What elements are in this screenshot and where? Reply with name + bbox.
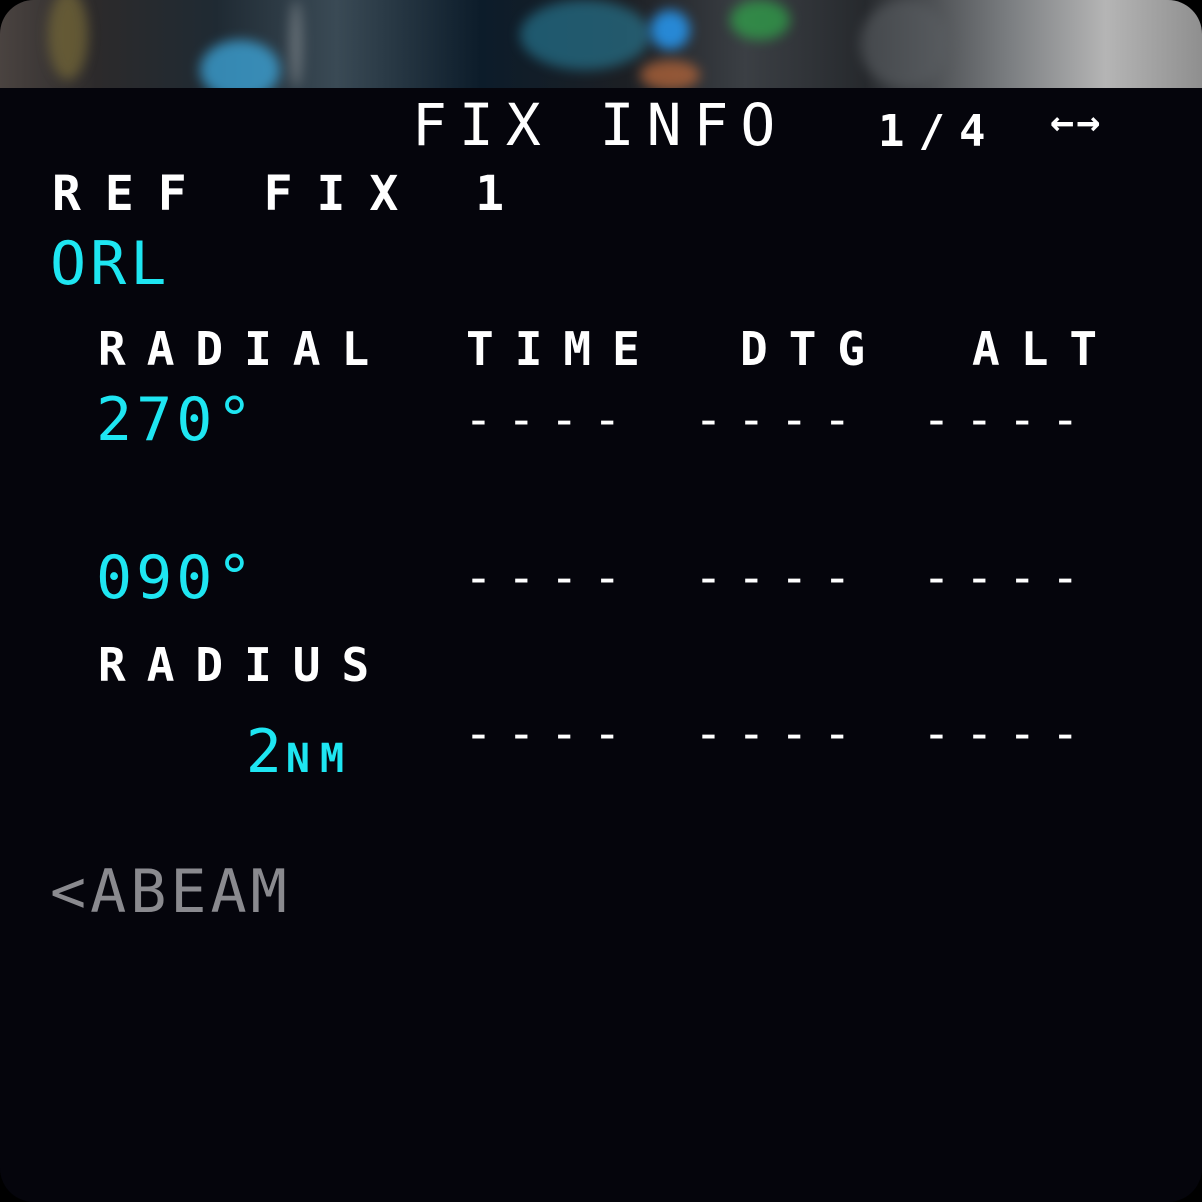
radial-2-alt: ---- bbox=[922, 550, 1094, 606]
column-alt: ALT bbox=[972, 322, 1119, 376]
radius-value[interactable]: 2NM bbox=[188, 706, 354, 798]
radius-alt: ---- bbox=[922, 706, 1094, 762]
mcdu-screen: FIX INFO 1/4 ←→ REF FIX 1 ORL RADIAL TIM… bbox=[0, 88, 1202, 1202]
page-number: 1/4 bbox=[878, 106, 1000, 157]
radial-2-dtg: ---- bbox=[694, 550, 866, 606]
radial-1-time: ---- bbox=[464, 392, 636, 448]
radial-1-alt: ---- bbox=[922, 392, 1094, 448]
abeam-button[interactable]: <ABEAM bbox=[50, 862, 291, 922]
column-radial: RADIAL bbox=[98, 322, 391, 376]
radius-unit: NM bbox=[285, 736, 355, 782]
radius-time: ---- bbox=[464, 706, 636, 762]
radius-dtg: ---- bbox=[694, 706, 866, 762]
radius-label: RADIUS bbox=[98, 638, 391, 692]
page-title: FIX INFO bbox=[412, 91, 788, 159]
radius-number: 2 bbox=[245, 717, 286, 787]
radial-1-dtg: ---- bbox=[694, 392, 866, 448]
column-time: TIME bbox=[466, 322, 661, 376]
radial-2-value[interactable]: 090° bbox=[96, 548, 257, 608]
mcdu-display: FIX INFO 1/4 ←→ REF FIX 1 ORL RADIAL TIM… bbox=[0, 0, 1202, 1202]
radial-2-time: ---- bbox=[464, 550, 636, 606]
ref-fix-value[interactable]: ORL bbox=[50, 234, 170, 294]
cockpit-backdrop bbox=[0, 0, 1202, 88]
ref-fix-label: REF FIX 1 bbox=[52, 166, 529, 222]
column-dtg: DTG bbox=[740, 322, 887, 376]
page-nav-arrows-icon[interactable]: ←→ bbox=[1050, 102, 1102, 142]
radial-1-value[interactable]: 270° bbox=[96, 390, 257, 450]
